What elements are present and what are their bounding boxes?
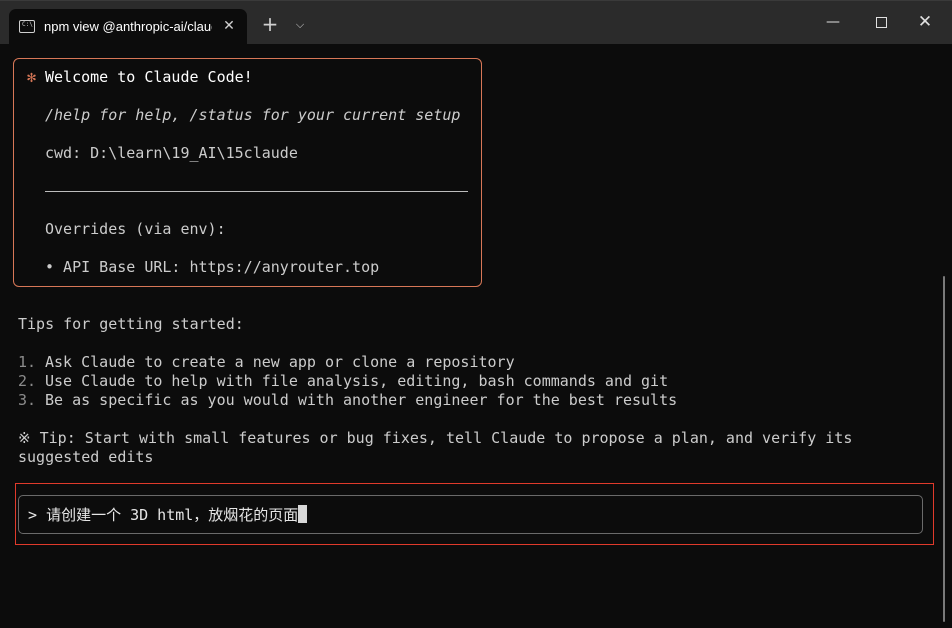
terminal-icon: C:\ [19, 20, 35, 33]
chevron-down-icon[interactable]: ⌵ [290, 15, 310, 35]
welcome-title: Welcome to Claude Code! [45, 68, 253, 86]
welcome-box [13, 58, 482, 287]
new-tab-button[interactable]: + [260, 14, 280, 34]
text-cursor [298, 505, 308, 523]
tip-number: 2. [18, 372, 37, 390]
scrollbar[interactable] [943, 276, 945, 622]
prompt-symbol: > [28, 506, 38, 524]
maximize-icon [875, 17, 887, 28]
tip-number: 3. [18, 391, 37, 409]
tip-line: ※ Tip: Start with small features or bug … [18, 429, 853, 447]
prompt-input[interactable]: > 请创建一个 3D html，放烟花的页面 [28, 505, 308, 525]
prompt-value: 请创建一个 3D html，放烟花的页面 [46, 506, 299, 524]
asterisk-icon: ✻ [27, 68, 37, 86]
tab-close-icon[interactable]: ✕ [221, 17, 237, 35]
tip-item: Ask Claude to create a new app or clone … [45, 353, 515, 371]
tips-heading: Tips for getting started: [18, 315, 244, 333]
minimize-button[interactable]: — [818, 11, 848, 33]
tab-terminal[interactable]: C:\ npm view @anthropic-ai/claude ✕ [9, 9, 247, 45]
tip-line-continued: suggested edits [18, 448, 154, 466]
tip-item: Use Claude to help with file analysis, e… [45, 372, 669, 390]
maximize-button[interactable] [866, 11, 896, 33]
api-base-line: • API Base URL: https://anyrouter.top [45, 258, 380, 276]
title-bar: C:\ npm view @anthropic-ai/claude ✕ + ⌵ … [0, 0, 952, 45]
tab-title: npm view @anthropic-ai/claude [44, 19, 212, 34]
tip-item: Be as specific as you would with another… [45, 391, 678, 409]
tip-number: 1. [18, 353, 37, 371]
divider [45, 191, 468, 192]
close-window-button[interactable]: ✕ [910, 11, 940, 33]
cwd-line: cwd: D:\learn\19_AI\15claude [45, 144, 298, 162]
overrides-title: Overrides (via env): [45, 220, 226, 238]
help-line: /help for help, /status for your current… [45, 106, 461, 124]
